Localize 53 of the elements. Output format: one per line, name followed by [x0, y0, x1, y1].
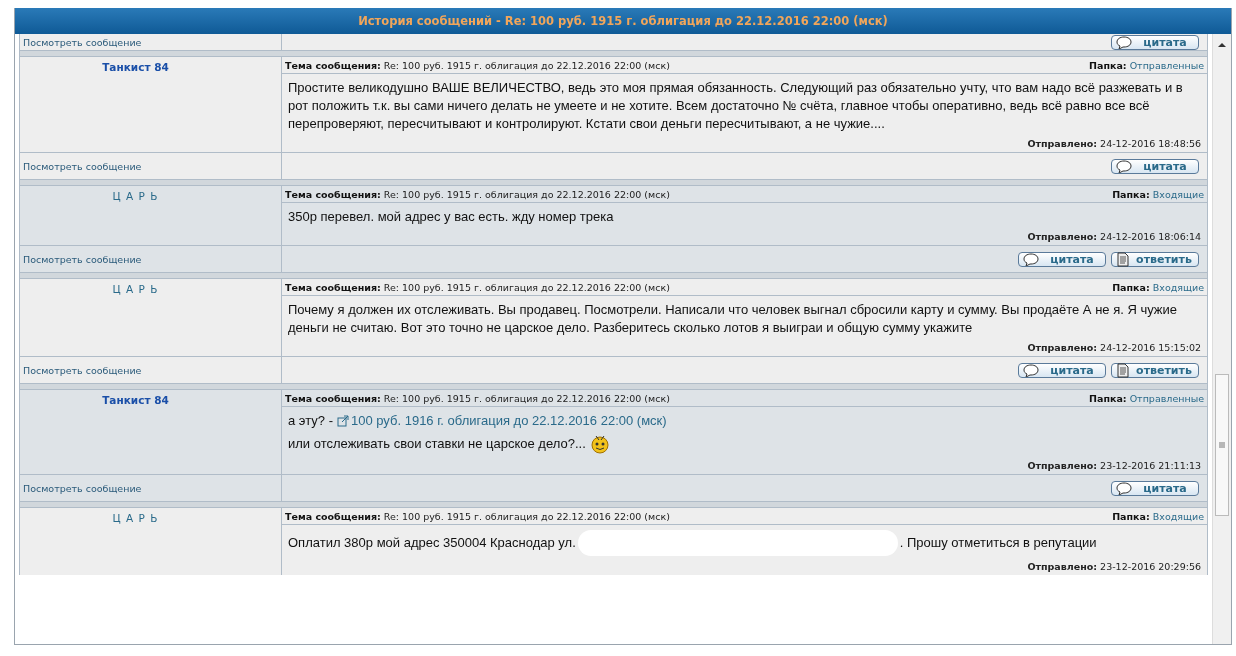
scroll-thumb[interactable] [1215, 374, 1229, 516]
message-text: Почему я должен их отслеживать. Вы продавец. Посмотрели. Написали что человек выгнал сбросили карту и сумму. Вы продаёте А не я. Я чужие деньги не считаю. Вот это точно не царское дело. Разберитесь сколько лотов я выиграи и общую сумму укажите [288, 301, 1179, 337]
folder-label: Папка: Входящие [1112, 510, 1204, 522]
folder-label: Папка: Входящие [1112, 281, 1204, 293]
author-name[interactable]: Ц А Р Ь [112, 283, 159, 356]
message-subject: Тема сообщения: Re: 100 руб. 1915 г. облигация до 22.12.2016 22:00 (мск) [285, 59, 670, 71]
view-message-link[interactable]: Посмотреть сообщение [23, 36, 142, 48]
scroll-up-icon[interactable] [1217, 40, 1227, 50]
speech-bubble-icon [1023, 363, 1039, 377]
sent-date: Отправлено: 24-12-2016 18:48:56 [1027, 138, 1201, 149]
reply-button[interactable]: ответить [1111, 251, 1199, 267]
window-title: История сообщений - Re: 100 руб. 1915 г. облигация до 22.12.2016 22:00 (мск) [358, 14, 888, 28]
message-subject: Тема сообщения: Re: 100 руб. 1915 г. облигация до 22.12.2016 22:00 (мск) [285, 188, 670, 200]
view-message-link[interactable]: Посмотреть сообщение [23, 253, 142, 265]
view-message-link[interactable]: Посмотреть сообщение [23, 364, 142, 376]
sent-date: Отправлено: 23-12-2016 20:29:56 [1027, 561, 1201, 572]
document-icon [1116, 251, 1130, 267]
sent-date: Отправлено: 23-12-2016 21:11:13 [1027, 460, 1201, 471]
speech-bubble-icon [1023, 252, 1039, 266]
author-name[interactable]: Ц А Р Ь [112, 512, 159, 575]
message-subject: Тема сообщения: Re: 100 руб. 1915 г. облигация до 22.12.2016 22:00 (мск) [285, 392, 670, 404]
quote-button[interactable]: цитата [1111, 158, 1199, 174]
sent-date: Отправлено: 24-12-2016 15:15:02 [1027, 342, 1201, 353]
external-link-icon [336, 415, 349, 427]
message-text: . Прошу отметиться в репутации [899, 534, 1097, 552]
grip-icon [1219, 442, 1225, 448]
quote-button[interactable]: цитата [1111, 34, 1199, 50]
view-message-link[interactable]: Посмотреть сообщение [23, 482, 142, 494]
thread-link[interactable]: 100 руб. 1916 г. облигация до 22.12.2016 22:00 (мск) [336, 412, 667, 430]
author-name[interactable]: Танкист 84 [102, 394, 169, 474]
message-text: или отслеживать свои ставки не царское дело?... [288, 435, 586, 453]
scrollbar[interactable] [1212, 34, 1231, 644]
message-text: а эту? - [288, 412, 333, 430]
author-name[interactable]: Ц А Р Ь [112, 190, 159, 245]
quote-button[interactable]: цитата [1111, 480, 1199, 496]
message-subject: Тема сообщения: Re: 100 руб. 1915 г. облигация до 22.12.2016 22:00 (мск) [285, 281, 670, 293]
message-text: Оплатил 380р мой адрес 350004 Краснодар ул. [288, 534, 576, 552]
document-icon [1116, 362, 1130, 378]
speech-bubble-icon [1116, 35, 1132, 49]
view-message-link[interactable]: Посмотреть сообщение [23, 160, 142, 172]
folder-label: Папка: Отправленные [1089, 392, 1204, 404]
message-text: Простите великодушно ВАШЕ ВЕЛИЧЕСТВО, ведь это моя прямая обязанность. Следующий раз обязательно учту, что вам надо всё разжевать и в рот положить т.к. вы сами ничего делать не умеете и не хотите. Всем достаточно № счёта, главное чтобы оперативно, ведь всё равно все всё перепроверяют, пересчитывают и контролируют. Кстати свои деньги пересчитывают, а не чужие.... [288, 79, 1184, 133]
speech-bubble-icon [1116, 159, 1132, 173]
folder-label: Папка: Отправленные [1089, 59, 1204, 71]
sent-date: Отправлено: 24-12-2016 18:06:14 [1027, 231, 1201, 242]
reply-button[interactable]: ответить [1111, 362, 1199, 378]
folder-label: Папка: Входящие [1112, 188, 1204, 200]
speech-bubble-icon [1116, 481, 1132, 495]
author-name[interactable]: Танкист 84 [102, 61, 169, 152]
quote-button[interactable]: цитата [1018, 362, 1106, 378]
message-subject: Тема сообщения: Re: 100 руб. 1915 г. облигация до 22.12.2016 22:00 (мск) [285, 510, 670, 522]
message-text: 350р перевел. мой адрес у вас есть. жду номер трека [288, 208, 614, 226]
quote-button[interactable]: цитата [1018, 251, 1106, 267]
